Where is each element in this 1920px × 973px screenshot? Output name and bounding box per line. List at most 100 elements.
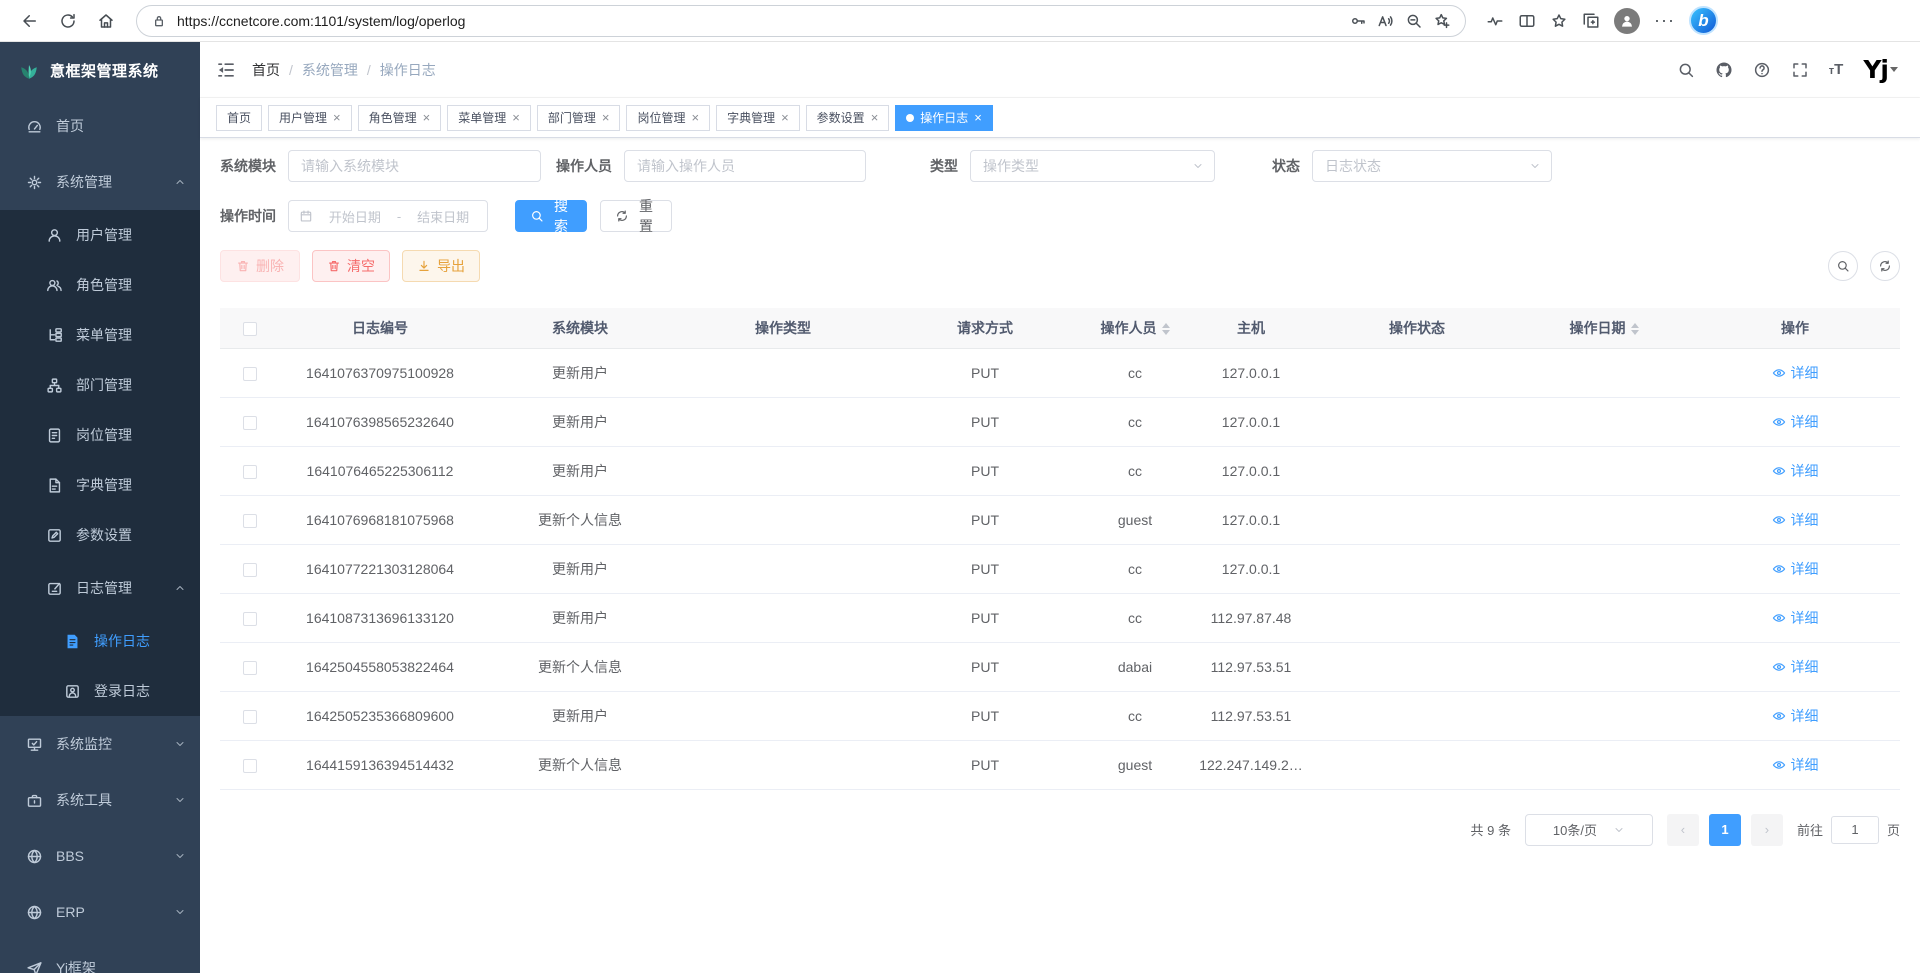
row-checkbox[interactable]	[243, 661, 257, 675]
bing-icon[interactable]: b	[1689, 6, 1718, 35]
read-aloud-icon[interactable]	[1377, 12, 1395, 30]
row-checkbox[interactable]	[243, 710, 257, 724]
sidebar-item-yi-framework[interactable]: Yi框架	[0, 940, 200, 973]
browser-back-button[interactable]	[12, 4, 48, 38]
sidebar-item-param-settings[interactable]: 参数设置	[0, 510, 200, 560]
row-checkbox[interactable]	[243, 612, 257, 626]
end-date-placeholder[interactable]: 结束日期	[409, 207, 477, 226]
detail-link[interactable]: 详细	[1772, 461, 1819, 481]
sort-icon[interactable]	[1162, 323, 1170, 335]
start-date-placeholder[interactable]: 开始日期	[321, 207, 389, 226]
tab-close-icon[interactable]: ×	[974, 111, 982, 124]
table-search-toggle-button[interactable]	[1828, 251, 1858, 281]
operator-input[interactable]	[624, 150, 866, 182]
status-select[interactable]: 日志状态	[1312, 150, 1552, 182]
browser-menu-icon[interactable]: ···	[1654, 10, 1675, 31]
tab-home[interactable]: 首页	[216, 105, 262, 131]
sort-icon[interactable]	[1631, 323, 1639, 335]
tab-oper-log-active[interactable]: 操作日志×	[895, 105, 993, 131]
tab-menu-mgmt[interactable]: 菜单管理×	[447, 105, 531, 131]
prev-page-button[interactable]: ‹	[1667, 814, 1699, 846]
sidebar-item-home[interactable]: 首页	[0, 98, 200, 154]
tab-dept-mgmt[interactable]: 部门管理×	[537, 105, 621, 131]
sidebar-item-system-mgmt[interactable]: 系统管理	[0, 154, 200, 210]
tab-user-mgmt[interactable]: 用户管理×	[268, 105, 352, 131]
collections-icon[interactable]	[1582, 12, 1600, 30]
sidebar-fold-icon[interactable]	[216, 60, 236, 80]
question-icon[interactable]	[1753, 61, 1771, 79]
module-input[interactable]	[288, 150, 541, 182]
sidebar-item-dept-mgmt[interactable]: 部门管理	[0, 360, 200, 410]
current-page-button[interactable]: 1	[1709, 814, 1741, 846]
split-screen-icon[interactable]	[1518, 12, 1536, 30]
browser-home-button[interactable]	[88, 4, 124, 38]
search-button[interactable]: 搜索	[515, 200, 587, 232]
row-checkbox[interactable]	[243, 759, 257, 773]
sidebar-item-bbs[interactable]: BBS	[0, 828, 200, 884]
row-checkbox[interactable]	[243, 367, 257, 381]
sidebar-item-role-mgmt[interactable]: 角色管理	[0, 260, 200, 310]
sidebar-item-system-monitor[interactable]: 系统监控	[0, 716, 200, 772]
search-icon[interactable]	[1677, 61, 1695, 79]
sidebar-item-log-mgmt[interactable]: 日志管理	[0, 560, 200, 616]
detail-link[interactable]: 详细	[1772, 755, 1819, 775]
breadcrumb-system[interactable]: 系统管理	[302, 60, 358, 80]
tab-close-icon[interactable]: ×	[781, 111, 789, 124]
reset-button[interactable]: 重置	[600, 200, 672, 232]
user-logo[interactable]: Yj	[1863, 57, 1888, 82]
tab-close-icon[interactable]: ×	[333, 111, 341, 124]
clear-button[interactable]: 清空	[312, 250, 390, 282]
date-range-picker[interactable]: 开始日期 - 结束日期	[288, 200, 488, 232]
sidebar-item-system-tools[interactable]: 系统工具	[0, 772, 200, 828]
detail-link[interactable]: 详细	[1772, 608, 1819, 628]
tab-close-icon[interactable]: ×	[512, 111, 520, 124]
tab-dict-mgmt[interactable]: 字典管理×	[716, 105, 800, 131]
add-favorite-icon[interactable]	[1433, 12, 1451, 30]
breadcrumb-home[interactable]: 首页	[252, 60, 280, 80]
zoom-out-icon[interactable]	[1405, 12, 1423, 30]
sidebar-item-oper-log[interactable]: 操作日志	[0, 616, 200, 666]
table-refresh-button[interactable]	[1870, 251, 1900, 281]
address-bar[interactable]: https://ccnetcore.com:1101/system/log/op…	[136, 5, 1466, 37]
row-checkbox[interactable]	[243, 514, 257, 528]
url-text[interactable]: https://ccnetcore.com:1101/system/log/op…	[177, 13, 1339, 29]
sidebar-item-menu-mgmt[interactable]: 菜单管理	[0, 310, 200, 360]
detail-link[interactable]: 详细	[1772, 510, 1819, 530]
row-checkbox[interactable]	[243, 563, 257, 577]
export-button[interactable]: 导出	[402, 250, 480, 282]
row-checkbox[interactable]	[243, 416, 257, 430]
font-size-icon[interactable]: тT	[1829, 61, 1844, 78]
sidebar-item-login-log[interactable]: 登录日志	[0, 666, 200, 716]
password-key-icon[interactable]	[1349, 12, 1367, 30]
tab-post-mgmt[interactable]: 岗位管理×	[626, 105, 710, 131]
detail-link[interactable]: 详细	[1772, 363, 1819, 383]
select-all-checkbox[interactable]	[243, 322, 257, 336]
tab-param-settings[interactable]: 参数设置×	[806, 105, 890, 131]
sidebar-item-erp[interactable]: ERP	[0, 884, 200, 940]
tab-close-icon[interactable]: ×	[691, 111, 699, 124]
favorites-icon[interactable]	[1550, 12, 1568, 30]
detail-link[interactable]: 详细	[1772, 412, 1819, 432]
next-page-button[interactable]: ›	[1751, 814, 1783, 846]
tab-close-icon[interactable]: ×	[871, 111, 879, 124]
sidebar-item-post-mgmt[interactable]: 岗位管理	[0, 410, 200, 460]
github-icon[interactable]	[1715, 61, 1733, 79]
browser-essentials-icon[interactable]	[1486, 12, 1504, 30]
detail-link[interactable]: 详细	[1772, 559, 1819, 579]
tab-role-mgmt[interactable]: 角色管理×	[358, 105, 442, 131]
fullscreen-icon[interactable]	[1791, 61, 1809, 79]
browser-refresh-button[interactable]	[50, 4, 86, 38]
tab-close-icon[interactable]: ×	[423, 111, 431, 124]
row-checkbox[interactable]	[243, 465, 257, 479]
goto-page-input[interactable]	[1831, 816, 1879, 844]
browser-profile-avatar[interactable]	[1614, 8, 1640, 34]
sidebar-item-user-mgmt[interactable]: 用户管理	[0, 210, 200, 260]
type-select[interactable]: 操作类型	[970, 150, 1215, 182]
trash-icon	[236, 259, 250, 273]
page-size-select[interactable]: 10条/页	[1525, 814, 1653, 846]
detail-link[interactable]: 详细	[1772, 657, 1819, 677]
detail-link[interactable]: 详细	[1772, 706, 1819, 726]
delete-button[interactable]: 删除	[220, 250, 300, 282]
sidebar-item-dict-mgmt[interactable]: 字典管理	[0, 460, 200, 510]
tab-close-icon[interactable]: ×	[602, 111, 610, 124]
